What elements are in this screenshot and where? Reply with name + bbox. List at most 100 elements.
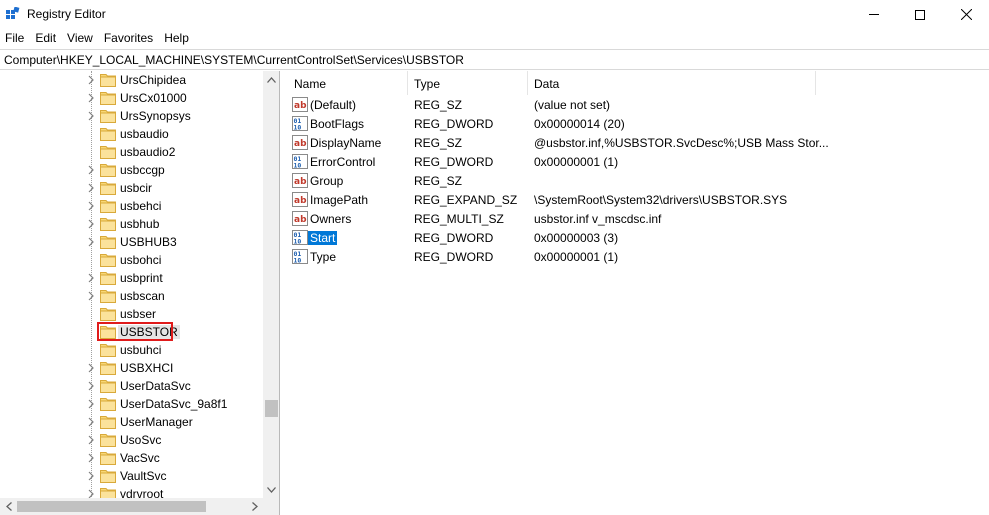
chevron-right-icon[interactable] <box>86 291 96 301</box>
chevron-right-icon[interactable] <box>86 111 96 121</box>
chevron-right-icon[interactable] <box>86 165 96 175</box>
column-divider[interactable] <box>815 71 816 95</box>
value-row[interactable]: 01 10 ErrorControl REG_DWORD 0x00000001 (1) <box>287 152 989 171</box>
menu-edit[interactable]: Edit <box>30 29 62 48</box>
tree-item[interactable]: usbehci <box>0 197 263 215</box>
chevron-right-icon[interactable] <box>86 93 96 103</box>
chevron-right-icon[interactable] <box>86 201 96 211</box>
column-divider[interactable] <box>407 71 408 95</box>
tree-item[interactable]: USBHUB3 <box>0 233 263 251</box>
chevron-right-icon[interactable] <box>86 453 96 463</box>
chevron-right-icon[interactable] <box>86 183 96 193</box>
tree-item[interactable]: usbcir <box>0 179 263 197</box>
chevron-right-icon[interactable] <box>86 273 96 283</box>
tree-item-label: UserDataSvc <box>120 379 191 393</box>
string-value-icon: ab <box>292 135 308 150</box>
tree-item[interactable]: usbaudio2 <box>0 143 263 161</box>
tree-vertical-scroll-thumb[interactable] <box>265 400 278 417</box>
maximize-button[interactable] <box>897 0 943 29</box>
scroll-right-icon[interactable] <box>246 498 263 515</box>
tree-item[interactable]: UrsCx01000 <box>0 89 263 107</box>
chevron-right-icon[interactable] <box>86 381 96 391</box>
value-data: usbstor.inf v_mscdsc.inf <box>534 212 662 226</box>
string-value-icon: ab <box>292 211 308 226</box>
value-row[interactable]: ab Owners REG_MULTI_SZ usbstor.inf v_mscdsc… <box>287 209 989 228</box>
folder-icon <box>100 362 116 375</box>
tree-item[interactable]: usbaudio <box>0 125 263 143</box>
menu-view[interactable]: View <box>62 29 99 48</box>
value-type: REG_SZ <box>414 136 463 150</box>
tree-item[interactable]: UsoSvc <box>0 431 263 449</box>
value-row[interactable]: ab (Default) REG_SZ (value not set) <box>287 95 989 114</box>
value-row[interactable]: ab ImagePath REG_EXPAND_SZ \SystemRoot\Syst… <box>287 190 989 209</box>
tree-vertical-scrollbar[interactable] <box>263 71 279 498</box>
value-type: REG_DWORD <box>414 155 494 169</box>
tree-item[interactable]: UserDataSvc <box>0 377 263 395</box>
scroll-up-icon[interactable] <box>263 71 279 88</box>
value-data: (value not set) <box>534 98 611 112</box>
tree-item-label: usbprint <box>120 271 163 285</box>
chevron-right-icon[interactable] <box>86 417 96 427</box>
chevron-right-icon[interactable] <box>86 399 96 409</box>
scroll-left-icon[interactable] <box>0 498 17 515</box>
folder-icon <box>100 272 116 285</box>
value-row[interactable]: ab Group REG_SZ <box>287 171 989 190</box>
chevron-right-icon[interactable] <box>86 219 96 229</box>
folder-icon <box>100 164 116 177</box>
column-header-type[interactable]: Type <box>414 77 440 91</box>
tree-item[interactable]: usbser <box>0 305 263 323</box>
tree-item[interactable]: USBXHCI <box>0 359 263 377</box>
menu-file[interactable]: File <box>0 29 30 48</box>
tree-item[interactable]: usbccgp <box>0 161 263 179</box>
menu-favorites[interactable]: Favorites <box>99 29 159 48</box>
tree-item[interactable]: usbprint <box>0 269 263 287</box>
value-data: 0x00000001 (1) <box>534 155 619 169</box>
chevron-right-icon[interactable] <box>86 435 96 445</box>
highlight-box <box>97 322 173 341</box>
value-row[interactable]: 01 10 Type REG_DWORD 0x00000001 (1) <box>287 247 989 266</box>
column-divider[interactable] <box>527 71 528 95</box>
minimize-icon <box>869 14 879 15</box>
tree-item[interactable]: usbhub <box>0 215 263 233</box>
tree-item[interactable]: USBSTOR <box>0 322 263 341</box>
tree-item[interactable]: usbscan <box>0 287 263 305</box>
value-row[interactable]: 01 10 BootFlags REG_DWORD 0x00000014 (20) <box>287 114 989 133</box>
value-type: REG_SZ <box>414 98 463 112</box>
close-button[interactable] <box>943 0 989 29</box>
tree-item-label: usbcir <box>120 181 153 195</box>
tree-item[interactable]: usbuhci <box>0 341 263 359</box>
value-type: REG_DWORD <box>414 231 494 245</box>
binary-value-icon: 0110 <box>292 116 308 131</box>
menu-help[interactable]: Help <box>159 29 195 48</box>
tree-item-label: usbaudio2 <box>120 145 176 159</box>
tree-item[interactable]: UrsSynopsys <box>0 107 263 125</box>
svg-text:ab: ab <box>294 101 307 111</box>
scroll-down-icon[interactable] <box>263 481 279 498</box>
chevron-right-icon[interactable] <box>86 75 96 85</box>
tree-item-label: usbohci <box>120 253 162 267</box>
tree-horizontal-scrollbar[interactable] <box>0 498 263 515</box>
key-tree-pane[interactable]: UrsChipidea UrsCx01000 UrsSynopsys usbaudio… <box>0 71 280 515</box>
tree-item[interactable]: VacSvc <box>0 449 263 467</box>
tree-item[interactable]: VaultSvc <box>0 467 263 485</box>
chevron-right-icon[interactable] <box>86 471 96 481</box>
column-header-name[interactable]: Name <box>294 77 326 91</box>
regedit-icon <box>6 7 20 19</box>
tree-item-label: usbser <box>120 307 157 321</box>
chevron-right-icon[interactable] <box>86 363 96 373</box>
tree-item[interactable]: UserManager <box>0 413 263 431</box>
folder-icon <box>100 416 116 429</box>
tree-item[interactable]: usbohci <box>0 251 263 269</box>
minimize-button[interactable] <box>851 0 897 29</box>
tree-item[interactable]: UrsChipidea <box>0 71 263 89</box>
tree-item[interactable]: UserDataSvc_9a8f1 <box>0 395 263 413</box>
value-row[interactable]: ab DisplayName REG_SZ @usbstor.inf,%USBSTOR… <box>287 133 989 152</box>
tree-horizontal-scroll-thumb[interactable] <box>17 501 206 512</box>
column-header-data[interactable]: Data <box>534 77 559 91</box>
string-value-icon: ab <box>292 97 308 112</box>
values-pane[interactable]: Name Type Data ab (Default) REG_SZ (value n… <box>287 71 989 515</box>
address-bar[interactable]: Computer\HKEY_LOCAL_MACHINE\SYSTEM\Curre… <box>0 49 989 70</box>
chevron-right-icon[interactable] <box>86 237 96 247</box>
folder-icon <box>100 398 116 411</box>
value-row[interactable]: 01 10 Start REG_DWORD 0x00000003 (3) <box>287 228 989 247</box>
